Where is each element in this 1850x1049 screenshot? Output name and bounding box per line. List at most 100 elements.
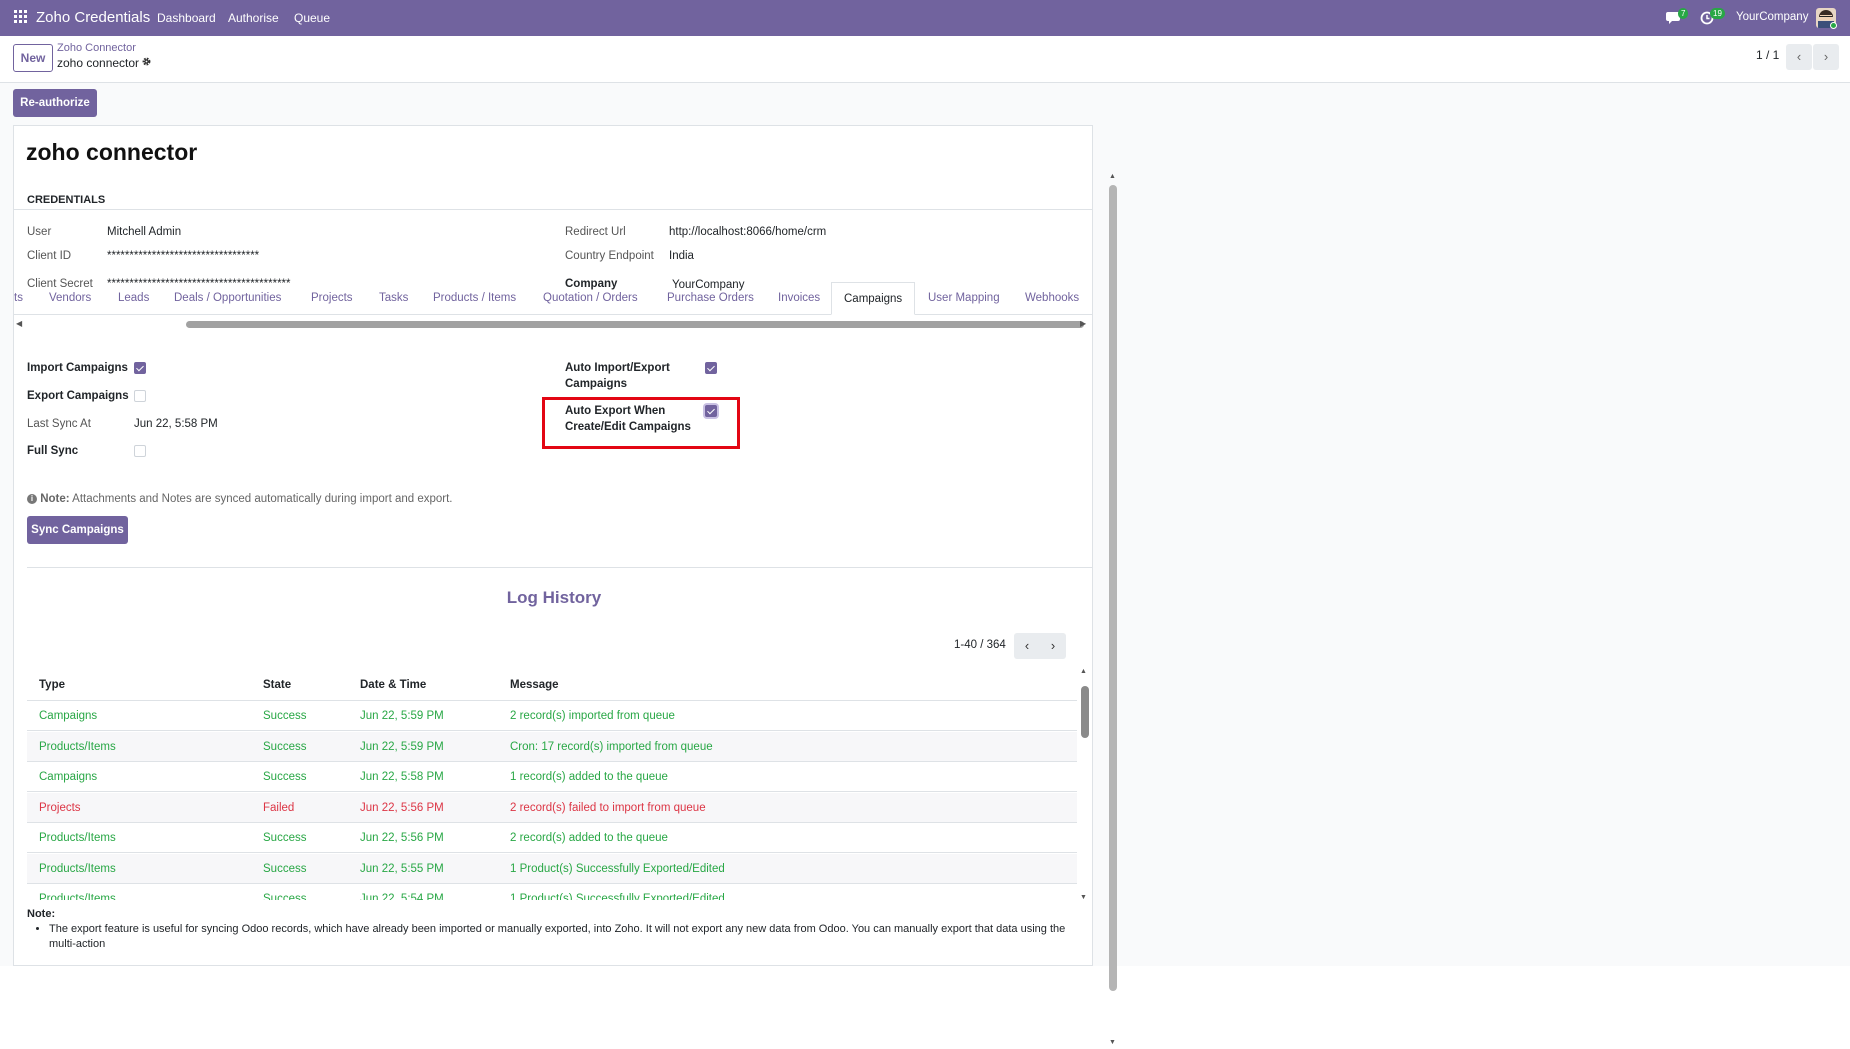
chevron-right-icon: › (1823, 49, 1829, 64)
section-divider (14, 209, 1092, 210)
log-next-button[interactable]: › (1040, 633, 1066, 659)
row-state: Success (263, 862, 307, 875)
row-message: Cron: 17 record(s) imported from queue (510, 740, 713, 753)
page-scrollbar[interactable]: ▲ ▼ (1108, 173, 1118, 1049)
table-row[interactable]: Products/Items Success Jun 22, 5:54 PM 1 Pr… (27, 884, 1077, 900)
client-id-field[interactable]: ********************************** (107, 250, 259, 262)
col-state[interactable]: State (263, 671, 291, 699)
row-message: 2 record(s) added to the queue (510, 832, 668, 844)
table-row[interactable]: Products/Items Success Jun 22, 5:59 PM Cron… (27, 731, 1077, 762)
table-row[interactable]: Campaigns Success Jun 22, 5:59 PM 2 record(… (27, 701, 1077, 731)
log-scrollbar[interactable]: ▲ ▼ (1078, 668, 1090, 901)
redirect-url-label: Redirect Url (565, 226, 626, 238)
row-datetime: Jun 22, 5:54 PM (360, 893, 444, 900)
row-state: Success (263, 832, 307, 844)
row-type: Campaigns (39, 771, 98, 783)
table-row[interactable]: Products/Items Success Jun 22, 5:56 PM 2 re… (27, 823, 1077, 853)
notebook-tabs: ts Vendors Leads Deals / Opportunities P… (14, 282, 1092, 315)
row-message: 2 record(s) failed to import from queue (510, 801, 706, 814)
note-text: Attachments and Notes are synced automat… (72, 493, 453, 505)
row-datetime: Jun 22, 5:58 PM (360, 771, 444, 783)
breadcrumb-current: zoho connector (57, 56, 140, 70)
full-sync-checkbox[interactable] (134, 445, 146, 457)
user-label: User (27, 226, 52, 238)
page-scroll-down-icon[interactable]: ▼ (1109, 1039, 1116, 1046)
breadcrumb-parent[interactable]: Zoho Connector (57, 42, 136, 54)
row-message: 1 record(s) added to the queue (510, 771, 668, 783)
redirect-url-field[interactable]: http://localhost:8066/home/crm (669, 226, 826, 238)
row-state: Success (263, 740, 307, 753)
menu-authorise[interactable]: Authorise (228, 11, 279, 25)
tab-quotation-orders[interactable]: Quotation / Orders (543, 282, 638, 315)
page-scroll-up-icon[interactable]: ▲ (1109, 173, 1116, 180)
export-campaigns-checkbox[interactable] (134, 390, 146, 402)
gear-icon[interactable] (141, 56, 152, 67)
new-button[interactable]: New (13, 44, 53, 72)
tab-partial[interactable]: ts (14, 282, 23, 315)
record-pager: 1 / 1 (1756, 48, 1780, 62)
scroll-down-icon[interactable]: ▼ (1080, 894, 1087, 901)
pager-prev-button[interactable]: ‹ (1786, 44, 1812, 70)
tab-products-items[interactable]: Products / Items (433, 282, 516, 315)
country-endpoint-field[interactable]: India (669, 250, 694, 262)
table-row[interactable]: Projects Failed Jun 22, 5:56 PM 2 record(s)… (27, 792, 1077, 823)
row-type: Products/Items (39, 740, 116, 753)
country-endpoint-label: Country Endpoint (565, 250, 654, 262)
scroll-left-icon[interactable]: ◀ (16, 319, 22, 328)
control-panel: New Zoho Connector zoho connector 1 / 1 … (0, 36, 1850, 83)
log-prev-button[interactable]: ‹ (1014, 633, 1040, 659)
pager-next-button[interactable]: › (1813, 44, 1839, 70)
apps-menu-icon[interactable] (14, 10, 28, 24)
chevron-right-icon: › (1050, 638, 1056, 653)
auto-import-export-checkbox[interactable] (705, 362, 717, 374)
tab-campaigns[interactable]: Campaigns (831, 282, 916, 315)
tab-user-mapping[interactable]: User Mapping (928, 282, 1000, 315)
tab-leads[interactable]: Leads (118, 282, 149, 315)
form-content: Re-authorize zoho connector CREDENTIALS … (0, 83, 1850, 1046)
activity-badge: 19 (1710, 8, 1725, 19)
user-value[interactable]: Mitchell Admin (107, 226, 181, 238)
scroll-right-icon[interactable]: ▶ (1080, 319, 1086, 328)
client-id-label: Client ID (27, 250, 72, 262)
log-history-heading: Log History (506, 588, 602, 607)
log-scroll-thumb[interactable] (1081, 686, 1089, 738)
last-sync-label: Last Sync At (27, 418, 91, 430)
tab-projects[interactable]: Projects (311, 282, 353, 315)
tab-webhooks[interactable]: Webhooks (1025, 282, 1079, 315)
tabs-scroll-thumb[interactable] (186, 321, 1084, 328)
row-message: 1 Product(s) Successfully Exported/Edite… (510, 862, 725, 875)
app-name[interactable]: Zoho Credentials (36, 9, 150, 26)
top-navbar: Zoho Credentials Dashboard Authorise Que… (0, 0, 1850, 36)
sync-campaigns-button[interactable]: Sync Campaigns (27, 516, 128, 544)
tab-vendors[interactable]: Vendors (49, 282, 91, 315)
tab-invoices[interactable]: Invoices (778, 282, 820, 315)
scroll-up-icon[interactable]: ▲ (1080, 668, 1087, 675)
import-campaigns-checkbox[interactable] (134, 362, 146, 374)
menu-queue[interactable]: Queue (294, 11, 330, 25)
sync-note: i Note: Attachments and Notes are synced… (27, 493, 453, 505)
re-authorize-button[interactable]: Re-authorize (13, 89, 97, 117)
table-row[interactable]: Products/Items Success Jun 22, 5:55 PM 1 Pr… (27, 853, 1077, 884)
col-datetime[interactable]: Date & Time (360, 671, 426, 699)
last-sync-value[interactable]: Jun 22, 5:58 PM (134, 418, 218, 430)
tab-tasks[interactable]: Tasks (379, 282, 408, 315)
company-switcher[interactable]: YourCompany (1736, 11, 1808, 23)
tabs-scrollbar[interactable]: ◀ ▶ (14, 319, 1092, 329)
bottom-note-title: Note: (27, 908, 56, 920)
col-message[interactable]: Message (510, 671, 559, 699)
chat-badge: 7 (1678, 8, 1689, 19)
page-scroll-thumb[interactable] (1109, 185, 1117, 991)
menu-dashboard[interactable]: Dashboard (157, 11, 216, 25)
chevron-left-icon: ‹ (1796, 49, 1802, 64)
table-row[interactable]: Campaigns Success Jun 22, 5:58 PM 1 record(… (27, 762, 1077, 792)
col-type[interactable]: Type (39, 671, 65, 699)
row-state: Success (263, 893, 307, 900)
row-state: Success (263, 771, 307, 783)
bottom-note-list: The export feature is useful for syncing… (27, 922, 1087, 952)
chevron-left-icon: ‹ (1024, 638, 1030, 653)
tab-deals[interactable]: Deals / Opportunities (174, 282, 281, 315)
tab-purchase-orders[interactable]: Purchase Orders (667, 282, 754, 315)
row-datetime: Jun 22, 5:59 PM (360, 740, 444, 753)
divider (27, 567, 1092, 568)
row-type: Products/Items (39, 832, 116, 844)
